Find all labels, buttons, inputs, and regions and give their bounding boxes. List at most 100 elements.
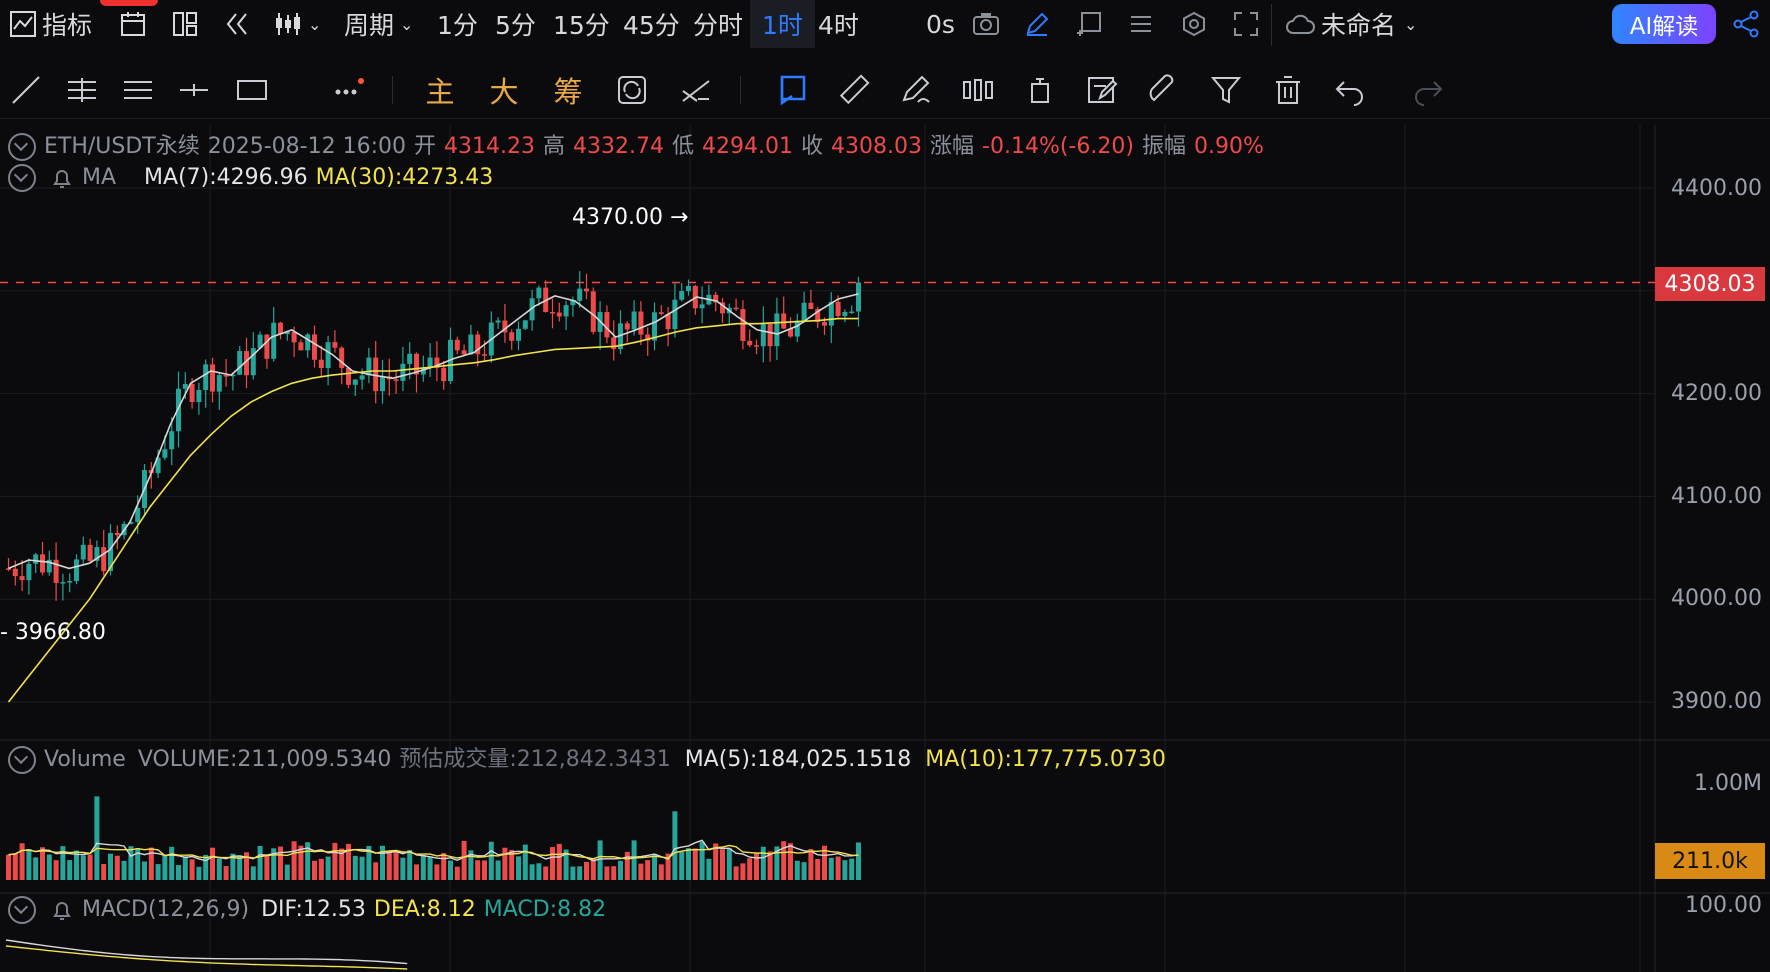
candle-body — [162, 449, 168, 458]
open-label: 开 — [414, 134, 437, 159]
candle-body — [631, 311, 637, 330]
volume-bar — [733, 866, 739, 880]
est-volume: 预估成交量:212,842.3431 — [399, 747, 671, 772]
change-label: 涨幅 — [930, 134, 975, 159]
candle-body — [495, 320, 501, 323]
candle-body — [67, 581, 73, 583]
macd-info-row: MACD(12,26,9) DIF:12.53 DEA:8.12 MACD:8.82 — [8, 896, 614, 924]
candles — [6, 271, 861, 601]
volume-bar — [740, 863, 746, 880]
volume-bar — [359, 856, 365, 880]
candle-body — [271, 322, 277, 359]
collapse-icon[interactable] — [8, 746, 36, 774]
macd-name: MACD(12,26,9) — [82, 897, 250, 922]
candle-body — [556, 312, 562, 317]
candle-body — [679, 291, 685, 300]
candle-body — [536, 287, 542, 299]
candle-body — [577, 288, 583, 301]
volume-bar — [427, 856, 433, 880]
candle-body — [203, 364, 209, 390]
volume-bar — [720, 849, 725, 880]
candle-body — [291, 331, 297, 343]
volume-axis-label: 1.00M — [1694, 771, 1762, 796]
volume-bar — [624, 851, 630, 880]
ma7-value: MA(7):4296.96 — [144, 165, 308, 190]
volume-bar — [407, 850, 413, 880]
volume-bars — [6, 796, 861, 880]
candle-body — [774, 313, 780, 347]
candle-body — [842, 311, 848, 317]
low-value: 4294.01 — [702, 134, 793, 159]
price-axis-label: 4100.00 — [1671, 484, 1762, 509]
volume-bar — [278, 846, 283, 880]
volume-bar — [706, 858, 712, 880]
candle-body — [767, 324, 773, 347]
candle-body — [216, 375, 222, 392]
volume-bar — [726, 848, 732, 880]
volume-bar — [393, 851, 399, 880]
volume-bar — [522, 844, 528, 880]
candle-body — [332, 342, 338, 348]
candle-body — [672, 299, 678, 330]
change-value: -0.14%(-6.20) — [982, 134, 1134, 159]
volume-bar — [679, 851, 685, 880]
volume-bar — [284, 864, 290, 880]
volume-bar — [502, 847, 508, 880]
bell-icon[interactable] — [44, 897, 80, 922]
dea-value: DEA:8.12 — [373, 897, 476, 922]
candle-body — [740, 309, 746, 341]
candle-body — [611, 337, 617, 350]
volume-bar — [114, 855, 120, 880]
volume-bar — [556, 843, 562, 880]
price-axis-label: 4000.00 — [1671, 586, 1762, 611]
candle-body — [638, 311, 644, 335]
candle-body — [522, 320, 528, 329]
collapse-icon[interactable] — [8, 133, 36, 161]
volume-bar — [155, 864, 161, 880]
volume-bar — [570, 866, 576, 880]
last-volume-tag: 211.0k — [1655, 843, 1765, 879]
volume-bar — [80, 855, 86, 880]
candle-body — [264, 334, 270, 359]
collapse-icon[interactable] — [8, 896, 36, 924]
candle-body — [550, 312, 555, 314]
collapse-icon[interactable] — [8, 164, 36, 192]
volume-bar — [298, 845, 304, 880]
volume-bar — [577, 866, 583, 880]
volume-bar — [325, 856, 331, 880]
volume-bar — [108, 853, 113, 880]
volume-bar — [815, 858, 821, 880]
volume-bar — [794, 860, 800, 880]
bell-icon[interactable] — [44, 165, 80, 190]
candle-body — [182, 384, 188, 389]
volume-axis-label: 100.00 — [1685, 893, 1762, 918]
candle-body — [801, 302, 807, 321]
volume-bar — [386, 851, 392, 880]
candle-body — [80, 544, 86, 560]
amp-label: 振幅 — [1141, 134, 1186, 159]
volume-bar — [488, 841, 494, 880]
volume-bar — [53, 860, 59, 880]
macd-value: MACD:8.82 — [483, 897, 607, 922]
volume-bar — [842, 860, 848, 880]
price-axis-label: 3900.00 — [1671, 689, 1762, 714]
candle-body — [359, 375, 365, 380]
candle-body — [210, 364, 215, 392]
candle-body — [169, 431, 175, 450]
candle-body — [849, 311, 855, 314]
price-axis-label: 4200.00 — [1671, 381, 1762, 406]
volume-bar — [454, 866, 460, 880]
candle-body — [237, 350, 243, 375]
volume-bar — [856, 842, 861, 880]
candle-body — [835, 301, 841, 317]
volume-bar — [692, 848, 698, 880]
volume-bar — [264, 855, 270, 880]
volume-bar — [482, 860, 487, 880]
volume-bar — [420, 854, 426, 880]
candle-body — [380, 376, 385, 392]
candle-body — [298, 342, 304, 351]
volume-bar — [373, 862, 379, 880]
candle-body — [733, 307, 739, 310]
volume-bar — [441, 853, 447, 880]
candle-body — [393, 379, 399, 381]
